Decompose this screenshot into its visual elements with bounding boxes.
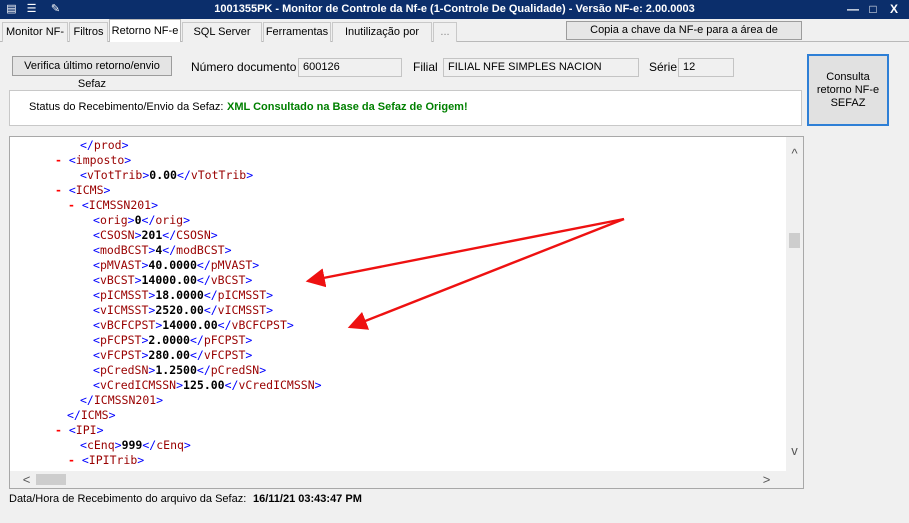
tab-bar: Monitor NF-e Filtros Retorno NF-e SQL Se…: [0, 19, 909, 56]
copy-key-button[interactable]: Copia a chave da NF-e para a área de tra…: [566, 21, 802, 53]
tab-more[interactable]: ...: [433, 22, 457, 42]
tab-retorno-nfe[interactable]: Retorno NF-e: [109, 19, 181, 43]
tab-sql-server-nfe[interactable]: SQL Server NF-e: [182, 22, 262, 56]
status-label: Status do Recebimento/Envio da Sefaz:: [29, 101, 224, 113]
received-datetime-value: 16/11/21 03:43:47 PM: [253, 493, 362, 505]
numero-documento-label: Número documento: [191, 60, 297, 74]
filial-label: Filial: [413, 60, 438, 74]
scroll-left-icon[interactable]: <: [18, 471, 35, 488]
filial-field[interactable]: FILIAL NFE SIMPLES NACION: [443, 58, 639, 77]
retorno-panel: Verifica último retorno/envio Sefaz Núme…: [0, 42, 909, 523]
close-button[interactable]: X: [884, 1, 904, 17]
tab-filtros[interactable]: Filtros: [69, 22, 108, 42]
status-value: XML Consultado na Base da Sefaz de Orige…: [227, 101, 468, 113]
tab-inutilizacao-por-faixa[interactable]: Inutilização por faixa: [332, 22, 432, 56]
vertical-scroll-thumb[interactable]: [789, 233, 800, 248]
consulta-retorno-button[interactable]: Consulta retorno NF-e SEFAZ: [807, 54, 889, 126]
scroll-down-icon[interactable]: v: [786, 442, 803, 459]
scroll-corner: [786, 471, 803, 488]
horizontal-scroll-thumb[interactable]: [36, 474, 66, 485]
numero-documento-field[interactable]: 600126: [298, 58, 402, 77]
annotation-arrows: [305, 217, 625, 330]
consulta-retorno-label: Consulta retorno NF-e SEFAZ: [816, 70, 880, 109]
title-bar: ▤ ☰ ✎ 1001355PK - Monitor de Controle da…: [0, 0, 909, 19]
maximize-button[interactable]: □: [863, 1, 883, 17]
arrow-to-vbcfcpst: [347, 217, 625, 330]
vertical-scrollbar[interactable]: ^ v: [786, 137, 803, 471]
verify-last-return-button[interactable]: Verifica último retorno/envio Sefaz: [12, 56, 172, 90]
window-title: 1001355PK - Monitor de Controle da Nf-e …: [214, 3, 695, 15]
tab-monitor-nfe[interactable]: Monitor NF-e: [2, 22, 68, 56]
scroll-up-icon[interactable]: ^: [786, 145, 803, 162]
serie-field[interactable]: 12: [678, 58, 734, 77]
xml-viewer[interactable]: </prod> - <imposto> <vTotTrib>0.00</vTotTr…: [9, 136, 804, 489]
horizontal-scrollbar[interactable]: < >: [10, 471, 788, 488]
arrow-to-vbcst: [305, 217, 625, 288]
scroll-right-icon[interactable]: >: [758, 471, 775, 488]
status-box: Status do Recebimento/Envio da Sefaz: XM…: [9, 90, 802, 126]
received-datetime-label: Data/Hora de Recebimento do arquivo da S…: [9, 493, 247, 505]
minimize-button[interactable]: —: [843, 1, 863, 17]
serie-label: Série: [649, 60, 678, 74]
tab-ferramentas[interactable]: Ferramentas: [263, 22, 331, 42]
